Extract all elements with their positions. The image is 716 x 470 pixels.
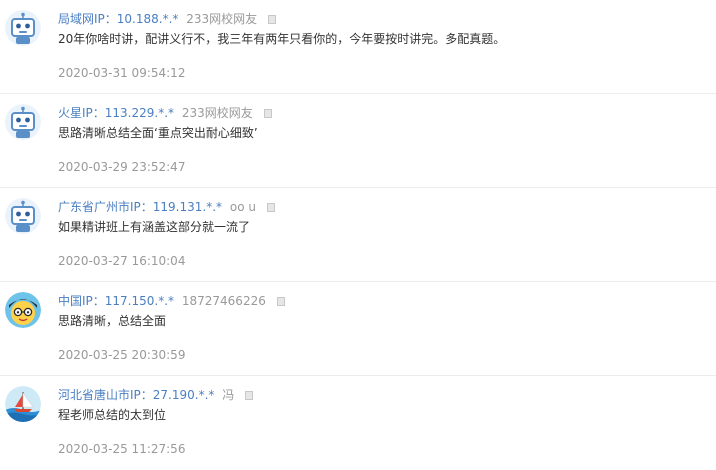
cartoon-face-avatar-icon[interactable] — [5, 292, 41, 328]
report-icon[interactable] — [266, 203, 275, 212]
robot-avatar-icon[interactable] — [5, 104, 41, 140]
comment-item: 广东省广州市IP：119.131.*.* oo u 如果精讲班上有涵盖这部分就一… — [0, 188, 716, 282]
comment-item: 局域网IP：10.188.*.* 233网校网友 20年你啥时讲，配讲义行不，我… — [0, 0, 716, 94]
comment-meta: 广东省广州市IP：119.131.*.* oo u — [58, 199, 275, 215]
user-name-link[interactable]: 局域网IP：10.188.*.* — [58, 12, 178, 26]
comment-timestamp: 2020-03-27 16:10:04 — [58, 254, 186, 268]
user-name-link[interactable]: 中国IP：117.150.*.* — [58, 294, 174, 308]
comment-text: 20年你啥时讲，配讲义行不，我三年有两年只看你的，今年要按时讲完。多配真题。 — [58, 32, 506, 46]
user-name-link[interactable]: 广东省广州市IP：119.131.*.* — [58, 200, 222, 214]
comment-meta: 局域网IP：10.188.*.* 233网校网友 — [58, 11, 276, 27]
report-icon[interactable] — [245, 391, 254, 400]
comment-meta: 中国IP：117.150.*.* 18727466226 — [58, 293, 285, 309]
report-icon[interactable] — [267, 15, 276, 24]
user-tag: 233网校网友 — [181, 106, 253, 120]
comment-timestamp: 2020-03-25 11:27:56 — [58, 442, 186, 456]
comment-text: 思路清晰总结全面‘重点突出耐心细致’ — [58, 126, 258, 140]
comment-item: 河北省唐山市IP：27.190.*.* 冯 程老师总结的太到位 2020-03-… — [0, 376, 716, 470]
comment-meta: 河北省唐山市IP：27.190.*.* 冯 — [58, 387, 254, 403]
comment-text: 思路清晰，总结全面 — [58, 314, 167, 328]
user-tag: 冯 — [222, 388, 235, 402]
comment-text: 程老师总结的太到位 — [58, 408, 167, 422]
user-tag: oo u — [229, 200, 256, 214]
comment-item: 火星IP：113.229.*.* 233网校网友 思路清晰总结全面‘重点突出耐心… — [0, 94, 716, 188]
user-tag: 233网校网友 — [186, 12, 258, 26]
comment-meta: 火星IP：113.229.*.* 233网校网友 — [58, 105, 272, 121]
robot-avatar-icon[interactable] — [5, 198, 41, 234]
user-name-link[interactable]: 火星IP：113.229.*.* — [58, 106, 174, 120]
user-name-link[interactable]: 河北省唐山市IP：27.190.*.* — [58, 388, 214, 402]
user-tag: 18727466226 — [181, 294, 266, 308]
comment-timestamp: 2020-03-29 23:52:47 — [58, 160, 186, 174]
comment-item: 中国IP：117.150.*.* 18727466226 思路清晰，总结全面 2… — [0, 282, 716, 376]
sailboat-avatar-icon[interactable] — [5, 386, 41, 422]
report-icon[interactable] — [276, 297, 285, 306]
comment-timestamp: 2020-03-25 20:30:59 — [58, 348, 186, 362]
comment-text: 如果精讲班上有涵盖这部分就一流了 — [58, 220, 251, 234]
robot-avatar-icon[interactable] — [5, 10, 41, 46]
report-icon[interactable] — [263, 109, 272, 118]
comment-timestamp: 2020-03-31 09:54:12 — [58, 66, 186, 80]
